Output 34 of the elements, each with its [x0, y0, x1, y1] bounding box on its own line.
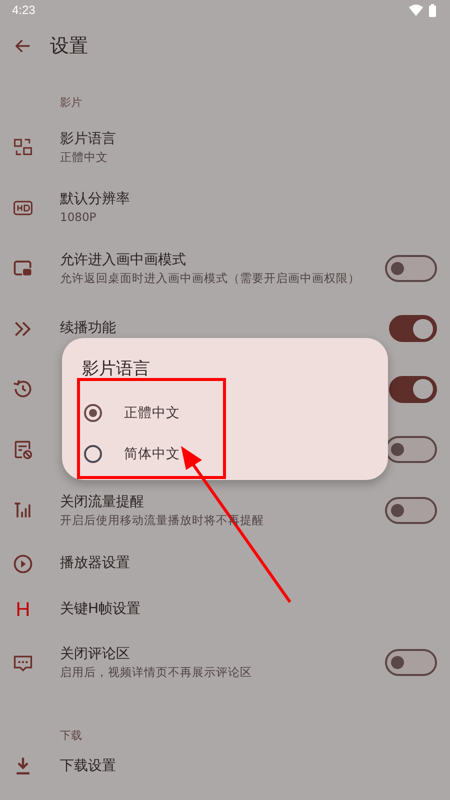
battery-icon	[429, 4, 436, 16]
section-header: 下载	[60, 728, 82, 743]
page-title: 设置	[50, 34, 88, 59]
setting-description: 1080P	[60, 209, 98, 226]
setting-description: 允许返回桌面时进入画中画模式（需要开启画中画权限）	[60, 270, 361, 286]
wifi-icon	[409, 4, 423, 16]
list-block-icon	[12, 438, 34, 461]
play-circle-icon	[12, 552, 34, 574]
toggle-switch[interactable]	[385, 649, 437, 676]
setting-description: 正體中文	[60, 148, 109, 165]
toggle-switch[interactable]	[385, 436, 437, 464]
option-label[interactable]: 简体中文	[124, 444, 180, 462]
setting-title[interactable]: 影片语言	[60, 130, 450, 149]
toggle-switch[interactable]	[389, 315, 437, 342]
setting-description: 启用后，视频详情页不再展示评论区	[60, 664, 253, 680]
setting-title[interactable]: 播放器设置	[60, 554, 450, 573]
section-header: 影片	[60, 94, 82, 110]
setting-title: 关闭流量提醒	[60, 492, 145, 512]
letter-icon: H	[16, 598, 30, 620]
setting-title: 续播功能	[60, 319, 117, 338]
clock-time: 4:23	[12, 3, 36, 17]
dialog-title: 影片语言	[82, 358, 151, 380]
setting-title[interactable]: 关键H帧设置	[60, 600, 450, 619]
setting-title[interactable]: 下载设置	[60, 756, 450, 776]
toggle-switch[interactable]	[385, 496, 437, 524]
setting-title: 允许进入画中画模式	[60, 250, 187, 270]
toggle-switch[interactable]	[385, 254, 437, 282]
radio-button[interactable]	[84, 444, 102, 462]
toggle-switch[interactable]	[389, 376, 437, 403]
setting-title: 关闭评论区	[60, 645, 131, 664]
setting-title[interactable]: 默认分辨率	[60, 190, 450, 210]
option-label[interactable]: 正體中文	[124, 404, 180, 422]
radio-button[interactable]	[84, 404, 102, 422]
history-icon	[12, 378, 34, 400]
